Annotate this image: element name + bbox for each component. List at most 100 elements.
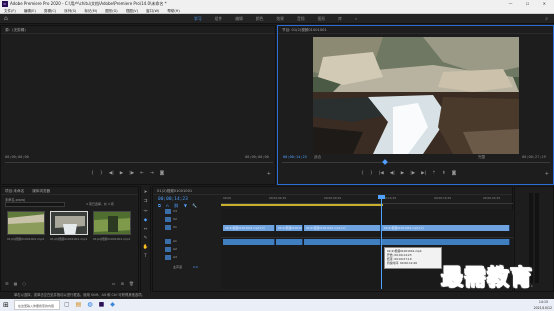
- icon-view-icon[interactable]: ▦: [14, 281, 18, 286]
- track-label-v2[interactable]: V2: [173, 217, 177, 221]
- file-explorer-icon[interactable]: ▤: [76, 301, 82, 309]
- edge-icon[interactable]: ◍: [87, 301, 92, 309]
- menu-markers[interactable]: 标记(M): [84, 9, 97, 13]
- step-back-icon[interactable]: ◀|: [109, 171, 114, 176]
- source-monitor-tab[interactable]: 源：(无剪辑): [1, 26, 275, 34]
- pen-tool-icon[interactable]: ✎: [144, 236, 148, 241]
- work-area-bar[interactable]: [221, 204, 383, 206]
- home-icon[interactable]: ⌂: [4, 16, 10, 22]
- menu-sequence[interactable]: 序列(S): [64, 9, 76, 13]
- razor-tool-icon[interactable]: ◆: [144, 218, 147, 223]
- audio-clip[interactable]: [382, 239, 510, 245]
- fit-dropdown[interactable]: 适合: [314, 155, 321, 160]
- play-icon[interactable]: ▶: [401, 171, 404, 176]
- overwrite-icon[interactable]: ⇥: [150, 171, 154, 176]
- master-volume[interactable]: 0.0: [193, 265, 198, 269]
- program-timecode[interactable]: 00;00;14;23: [283, 155, 307, 159]
- workspace-tab-libraries[interactable]: 库: [338, 14, 342, 24]
- search-icon[interactable]: ⌕: [545, 16, 548, 22]
- new-bin-icon[interactable]: ▭: [112, 281, 116, 286]
- taskbar-date[interactable]: 2021/10/12: [534, 305, 552, 311]
- step-forward-icon[interactable]: |▶: [410, 171, 415, 176]
- go-to-out-icon[interactable]: ▶|: [421, 171, 426, 176]
- app-icon[interactable]: ◆: [110, 301, 115, 309]
- project-item-thumbnail[interactable]: [93, 211, 131, 235]
- timeline-clip[interactable]: 01(2)视频01001001.mp4 [V]: [304, 225, 381, 231]
- extract-icon[interactable]: ⇞: [442, 171, 446, 176]
- track-label-a2[interactable]: A2: [173, 247, 177, 251]
- workspace-tab-editing[interactable]: 编辑: [235, 14, 243, 24]
- time-ruler[interactable]: 00;00 00;00;04;29 00;00;09;29 00;00;14;2…: [221, 196, 513, 206]
- program-monitor-tab[interactable]: 节目: 01(2)视频01001001: [278, 26, 553, 34]
- playhead-handle[interactable]: [378, 195, 385, 199]
- program-playhead[interactable]: [382, 159, 388, 165]
- wrench-icon[interactable]: 🔧: [192, 203, 197, 208]
- workspace-tab-color[interactable]: 颜色: [256, 14, 264, 24]
- task-view-icon[interactable]: ▢: [64, 301, 70, 309]
- camera-icon[interactable]: ◙: [452, 171, 456, 176]
- track-label-a3[interactable]: A3: [173, 255, 177, 259]
- insert-icon[interactable]: ⇤: [140, 171, 144, 176]
- workspace-tab-graphics[interactable]: 图形: [318, 14, 326, 24]
- project-search-input[interactable]: [5, 202, 65, 207]
- workspace-tab-audio[interactable]: 音频: [297, 14, 305, 24]
- program-scrub-bar[interactable]: [282, 162, 550, 163]
- tab-media-browser[interactable]: 媒体浏览器: [32, 187, 50, 194]
- workspace-tab-learn[interactable]: 学习: [194, 14, 202, 24]
- window-controls[interactable]: — ☐ ✕: [509, 0, 552, 8]
- taskbar-search-input[interactable]: 在这里输入你要搜索的内容: [14, 300, 60, 310]
- linked-selection-icon[interactable]: ⛓: [174, 203, 179, 208]
- track-toggle[interactable]: [165, 225, 171, 230]
- timeline-clip[interactable]: 01(2)视频01001001.mp4 [V]: [223, 225, 275, 231]
- mark-in-icon[interactable]: {: [91, 171, 94, 176]
- timeline-timecode[interactable]: 00;00;14;23: [158, 197, 188, 202]
- mark-in-icon[interactable]: {: [361, 171, 364, 176]
- menu-view[interactable]: 视图(V): [126, 9, 138, 13]
- selection-tool-icon[interactable]: ➤: [144, 190, 148, 195]
- go-to-in-icon[interactable]: |◀: [379, 171, 384, 176]
- track-toggle[interactable]: [165, 255, 171, 260]
- track-toggle[interactable]: [165, 247, 171, 252]
- track-toggle[interactable]: [165, 217, 171, 222]
- source-add-icon[interactable]: +: [267, 171, 271, 177]
- menu-edit[interactable]: 编辑(E): [24, 9, 36, 13]
- menu-help[interactable]: 帮助(H): [167, 9, 179, 13]
- nest-icon[interactable]: ⧉: [158, 203, 161, 208]
- project-item-thumbnail[interactable]: [50, 211, 88, 235]
- timeline-playhead[interactable]: [381, 197, 382, 289]
- workspace-more-button[interactable]: »: [355, 14, 357, 24]
- zoom-slider-icon[interactable]: ○: [22, 281, 26, 286]
- menu-window[interactable]: 窗口(W): [146, 9, 159, 13]
- trash-icon[interactable]: 🗑: [129, 281, 134, 286]
- menu-graphics[interactable]: 图形(G): [105, 9, 117, 13]
- audio-clip[interactable]: [276, 239, 303, 245]
- project-item-thumbnail[interactable]: [7, 211, 45, 235]
- track-label-v3[interactable]: V3: [173, 209, 177, 213]
- snap-icon[interactable]: ∩: [166, 203, 169, 208]
- type-tool-icon[interactable]: T: [144, 254, 147, 259]
- lift-icon[interactable]: ⇡: [432, 171, 436, 176]
- windows-start-icon[interactable]: ⊞: [3, 301, 9, 309]
- mark-out-icon[interactable]: }: [100, 171, 103, 176]
- track-toggle[interactable]: [165, 209, 171, 214]
- track-label-a1[interactable]: A1: [173, 239, 177, 243]
- play-icon[interactable]: ▶: [120, 171, 123, 176]
- timeline-sequence-tab[interactable]: 01(2)视频01001001: [153, 187, 512, 195]
- source-scrub-bar[interactable]: [5, 162, 273, 163]
- track-select-icon[interactable]: ⇉: [144, 199, 148, 204]
- timeline-clip[interactable]: 01(2)视频01001001.mp4 [V]: [382, 225, 510, 231]
- list-view-icon[interactable]: ☰: [5, 281, 9, 286]
- source-timecode[interactable]: 00;00;00;00: [5, 155, 29, 159]
- step-forward-icon[interactable]: |▶: [129, 171, 134, 176]
- quality-dropdown[interactable]: 完整: [478, 155, 485, 160]
- audio-clip[interactable]: [304, 239, 381, 245]
- camera-icon[interactable]: ◙: [160, 171, 164, 176]
- new-item-icon[interactable]: ⊞: [121, 281, 124, 286]
- step-back-icon[interactable]: ◀|: [390, 171, 395, 176]
- mark-out-icon[interactable]: }: [370, 171, 373, 176]
- menu-file[interactable]: 文件(F): [4, 9, 16, 13]
- slip-tool-icon[interactable]: ↔: [144, 227, 148, 232]
- ripple-edit-icon[interactable]: ⟛: [143, 208, 147, 214]
- menu-clip[interactable]: 剪辑(C): [44, 9, 56, 13]
- add-marker-icon[interactable]: ▼: [184, 203, 187, 208]
